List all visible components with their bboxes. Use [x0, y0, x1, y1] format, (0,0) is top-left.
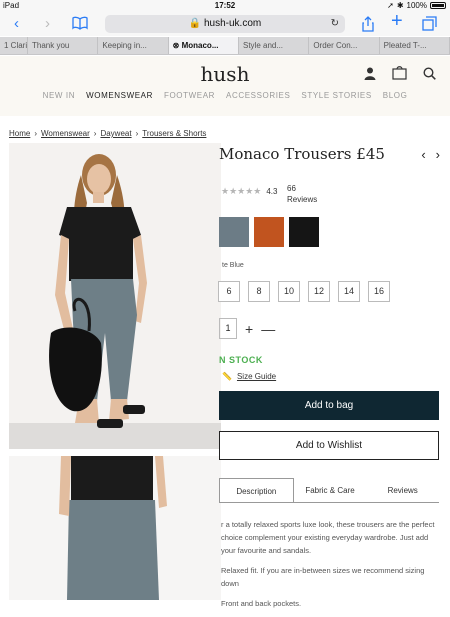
search-icon[interactable] — [423, 66, 436, 85]
quantity-input[interactable]: 1 — [219, 318, 237, 339]
status-bar: iPad 17:52 ➚ ✱ 100% — [0, 0, 450, 12]
tabs-overview-icon[interactable] — [422, 16, 437, 35]
size-option[interactable]: 8 — [248, 281, 270, 302]
minus-icon[interactable]: — — [261, 321, 275, 337]
rating-value: 4.3 — [266, 187, 278, 196]
size-option[interactable]: 14 — [338, 281, 360, 302]
add-to-bag-button[interactable]: Add to bag — [219, 391, 439, 420]
nav-new-in[interactable]: NEW IN — [43, 91, 76, 100]
description-paragraph: r a totally relaxed sports luxe look, th… — [221, 520, 435, 555]
browser-tab[interactable]: Thank you — [28, 37, 99, 54]
product-title: Monaco Trousers £45 — [219, 145, 385, 163]
swatch-black[interactable] — [289, 217, 319, 247]
size-option[interactable]: 10 — [278, 281, 300, 302]
selected-colour-name: te Blue — [222, 262, 244, 269]
browser-tab-label: Monaco... — [181, 41, 219, 50]
chevron-right-icon: › — [135, 129, 139, 138]
breadcrumb-trousers[interactable]: Trousers & Shorts — [142, 129, 206, 138]
product-photo-secondary[interactable] — [9, 456, 221, 600]
browser-tab[interactable]: Order Con... — [309, 37, 380, 54]
tab-reviews[interactable]: Reviews — [366, 478, 439, 502]
account-icon[interactable] — [364, 67, 376, 85]
browser-tab[interactable]: Style and... — [239, 37, 310, 54]
header-icons — [364, 66, 436, 85]
address-bar[interactable]: 🔒 hush-uk.com ↻ — [105, 15, 345, 33]
size-option[interactable]: 6 — [218, 281, 240, 302]
reload-icon[interactable]: ↻ — [331, 15, 339, 33]
browser-tab[interactable]: 1 Clari — [0, 37, 28, 54]
battery-percent: 100% — [406, 1, 427, 10]
status-right: ➚ ✱ 100% — [387, 1, 446, 10]
breadcrumb-dayweat[interactable]: Dayweat — [100, 129, 131, 138]
description-paragraph: Front and back pockets. — [221, 599, 302, 608]
star-rating-icon: ★★★★★ — [221, 186, 262, 196]
battery-icon — [430, 2, 446, 9]
product-pager: ‹ › — [421, 147, 440, 162]
chevron-right-icon: › — [93, 129, 97, 138]
description-paragraph: Relaxed fit. If you are in-between sizes… — [221, 566, 425, 588]
nav-accessories[interactable]: ACCESSORIES — [226, 91, 290, 100]
reviews-count: 66 — [287, 184, 296, 193]
reviews-label: Reviews — [287, 195, 318, 204]
reviews-link[interactable]: 66 Reviews — [287, 183, 317, 205]
new-tab-icon[interactable]: + — [391, 11, 403, 31]
url-text: hush-uk.com — [203, 18, 262, 29]
swatch-rust[interactable] — [254, 217, 284, 247]
site-header: hush NEW IN WOMENSWEAR FOOTWEAR ACCESSOR… — [0, 56, 450, 116]
stock-status: N STOCK — [219, 355, 263, 365]
tab-fabric-care[interactable]: Fabric & Care — [294, 478, 367, 502]
product-tabs: Description Fabric & Care Reviews — [219, 478, 439, 503]
tab-description[interactable]: Description — [219, 478, 294, 502]
forward-icon[interactable]: › — [45, 16, 50, 32]
lock-icon: 🔒 — [188, 18, 202, 29]
size-option[interactable]: 16 — [368, 281, 390, 302]
nav-style-stories[interactable]: STYLE STORIES — [301, 91, 371, 100]
product-description: r a totally relaxed sports luxe look, th… — [221, 518, 443, 617]
close-tab-icon[interactable]: ⊗ — [173, 41, 182, 50]
browser-tab-active[interactable]: ⊗ Monaco... — [168, 37, 239, 54]
browser-toolbar: ‹ › 🔒 hush-uk.com ↻ + — [0, 11, 450, 36]
location-icon: ➚ — [387, 1, 394, 10]
clock: 17:52 — [214, 1, 236, 10]
nav-womenswear[interactable]: WOMENSWEAR — [86, 91, 153, 100]
browser-tab[interactable]: Keeping in... — [98, 37, 169, 54]
browser-tab[interactable]: Pleated T-... — [380, 37, 450, 54]
colour-swatches — [219, 217, 319, 247]
bag-icon[interactable] — [392, 66, 407, 85]
browser-tabs: 1 Clari Thank you Keeping in... ⊗ Monaco… — [0, 37, 450, 55]
ruler-icon: 📏 — [222, 372, 232, 381]
size-selector: 6 8 10 12 14 16 — [218, 281, 390, 302]
share-icon[interactable] — [362, 16, 374, 36]
nav-footwear[interactable]: FOOTWEAR — [164, 91, 215, 100]
chevron-right-icon: › — [34, 129, 38, 138]
main-nav: NEW IN WOMENSWEAR FOOTWEAR ACCESSORIES S… — [0, 91, 450, 100]
size-guide[interactable]: 📏 Size Guide — [222, 372, 276, 381]
size-guide-link[interactable]: Size Guide — [237, 372, 276, 381]
breadcrumb-home[interactable]: Home — [9, 129, 30, 138]
bluetooth-icon: ✱ — [396, 1, 404, 10]
size-option[interactable]: 12 — [308, 281, 330, 302]
quantity-stepper: 1 + — — [219, 318, 275, 339]
add-to-wishlist-button[interactable]: Add to Wishlist — [219, 431, 439, 460]
breadcrumb-womenswear[interactable]: Womenswear — [41, 129, 90, 138]
swatch-grey-blue[interactable] — [219, 217, 249, 247]
breadcrumb: Home › Womenswear › Dayweat › Trousers & Sh… — [9, 129, 206, 138]
rating: ★★★★★ 4.3 — [221, 186, 277, 197]
nav-blog[interactable]: BLOG — [383, 91, 408, 100]
plus-icon[interactable]: + — [245, 321, 253, 337]
bookmarks-icon[interactable] — [72, 16, 88, 34]
product-photo-main[interactable] — [9, 143, 221, 449]
chevron-right-icon[interactable]: › — [436, 147, 440, 162]
chevron-left-icon[interactable]: ‹ — [421, 147, 425, 162]
back-icon[interactable]: ‹ — [14, 16, 19, 32]
